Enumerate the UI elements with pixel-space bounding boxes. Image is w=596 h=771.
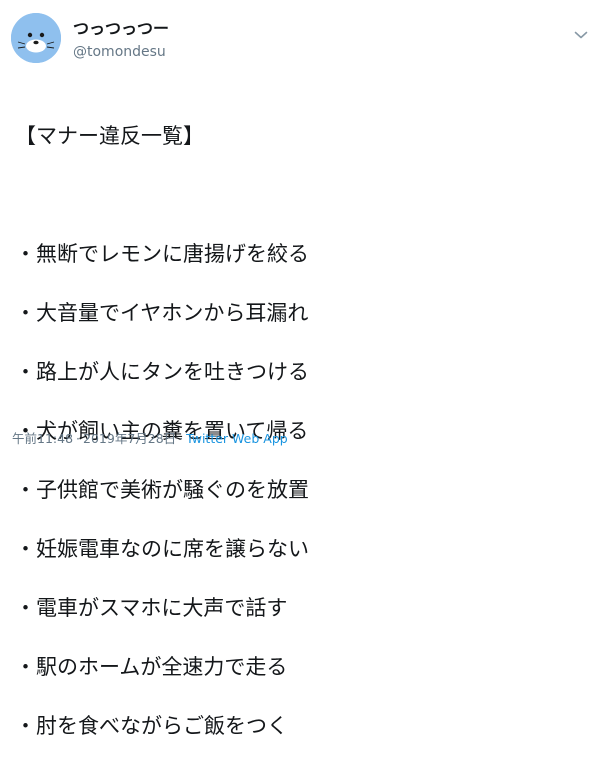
meta-separator: · [76, 431, 81, 446]
tweet-time[interactable]: 午前11:48 [12, 431, 73, 446]
display-name[interactable]: つっつっつー [73, 21, 169, 37]
tweet-line: ・妊娠電車なのに席を譲らない [15, 536, 309, 561]
tweet-line [15, 181, 585, 211]
tweet-line: ・肘を食べながらご飯をつく [15, 713, 288, 738]
tweet-line: ・電車がスマホに大声で話す [15, 595, 288, 620]
tweet-meta: 午前11:48 · 2019年7月28日 · Twitter Web App [12, 431, 288, 446]
tweet-line: ・駅のホームが全速力で走る [15, 654, 288, 679]
tweet-date[interactable]: 2019年7月28日 [83, 431, 176, 446]
tweet-line: ・子供館で美術が騒ぐのを放置 [15, 477, 309, 502]
chevron-down-icon[interactable] [574, 25, 588, 39]
meta-separator: · [179, 431, 184, 446]
tweet-line: ・大音量でイヤホンから耳漏れ [15, 300, 309, 325]
tweet-source-link[interactable]: Twitter Web App [186, 431, 288, 446]
tweet-line: ・路上が人にタンを吐きつける [15, 359, 309, 384]
tweet-line: ・無断でレモンに唐揚げを絞る [15, 241, 309, 266]
tweet-card: つっつっつー @tomondesu 【マナー違反一覧】 ・無断でレモンに唐揚げを… [0, 0, 596, 738]
avatar[interactable] [11, 13, 61, 63]
seal-avatar-icon [11, 13, 61, 63]
tweet-line: 【マナー違反一覧】 [15, 123, 204, 148]
user-handle[interactable]: @tomondesu [73, 45, 166, 59]
